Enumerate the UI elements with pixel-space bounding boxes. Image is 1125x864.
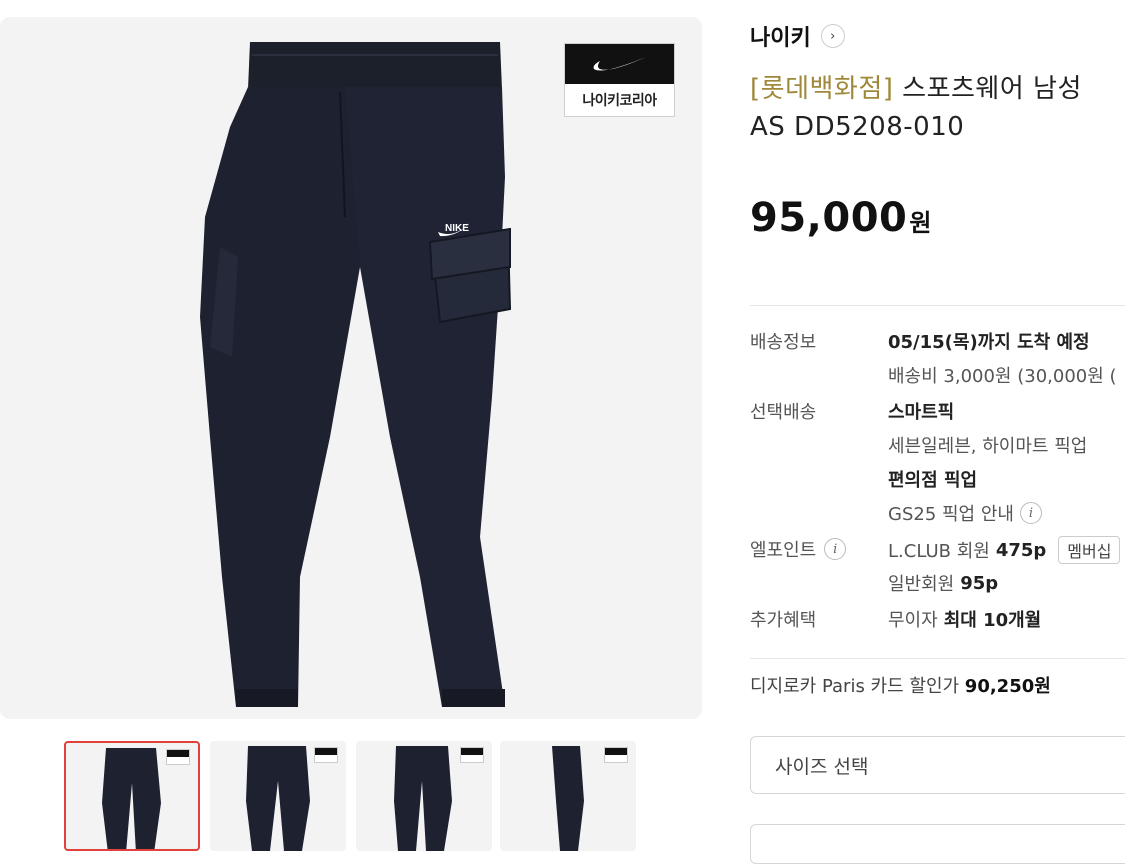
lclub-row: L.CLUB 회원 475p 멤버십 [888,536,1121,564]
lclub-points: 475p [995,539,1047,561]
benefit-row: 무이자 최대 10개월 [888,606,1041,632]
general-points: 95p [960,572,999,594]
benefit-value: 최대 10개월 [943,610,1042,631]
smart-pick-desc: 세븐일레븐, 하이마트 픽업 [888,436,1088,457]
option-label: 선택배송 [750,402,817,423]
mini-brand-badge [604,747,628,763]
mini-brand-badge [314,747,338,763]
divider [750,305,1125,306]
price-unit: 원 [909,209,932,237]
info-icon[interactable]: i [1019,502,1042,524]
shipping-date: 05/15(목)까지 도착 예정 [888,332,1090,353]
thumbnail-3[interactable] [356,741,492,851]
price: 95,000원 [750,195,932,241]
title-text: 스포츠웨어 남성 [893,74,1082,104]
card-price: 90,250원 [964,676,1051,697]
pants-image: NIKE [200,42,512,707]
brand-name: 나이키 [750,26,811,51]
size-select[interactable]: 사이즈 선택 [750,736,1125,794]
size-select-placeholder: 사이즈 선택 [775,755,869,778]
title-model: AS DD5208-010 [750,112,965,142]
shipping-fee: 배송비 3,000원 (30,000원 ( [888,366,1117,387]
mini-brand-badge [166,749,190,765]
brand-badge: 나이키코리아 [564,43,675,117]
point-label: 엘포인트 [750,540,817,561]
membership-button[interactable]: 멤버십 [1058,536,1121,564]
card-discount: 디지로카 Paris 카드 할인가 90,250원 [750,672,1051,698]
store-tag: [롯데백화점] [750,74,894,104]
product-title: [롯데백화점] 스포츠웨어 남성 AS DD5208-010 [750,70,1125,146]
lclub-text: L.CLUB 회원 [888,541,990,562]
info-icon[interactable]: i [824,538,847,560]
thumbnail-2[interactable] [210,741,346,851]
benefit-prefix: 무이자 [888,610,938,631]
shipping-label: 배송정보 [750,332,817,353]
svg-text:NIKE: NIKE [445,223,469,234]
brand-link[interactable]: 나이키 › [750,20,845,52]
option-select[interactable] [750,824,1125,864]
thumbnail-4[interactable] [500,741,636,851]
thumbnail-1[interactable] [64,741,200,851]
general-row: 일반회원 95p [888,570,998,596]
price-value: 95,000 [750,195,908,241]
general-text: 일반회원 [888,574,955,595]
smart-pick[interactable]: 스마트픽 [888,398,954,424]
gs25-row: GS25 픽업 안내 i [888,500,1042,526]
divider [750,658,1125,659]
nike-swoosh-icon [565,44,674,84]
benefit-label: 추가혜택 [750,610,817,631]
mini-brand-badge [460,747,484,763]
point-label-row: 엘포인트 i [750,536,847,562]
badge-label: 나이키코리아 [582,93,657,109]
chevron-right-icon: › [820,24,845,48]
card-text: 디지로카 Paris 카드 할인가 [750,676,960,697]
cvs-pick[interactable]: 편의점 픽업 [888,466,977,492]
product-main-image[interactable]: NIKE [0,17,702,719]
gs25-text: GS25 픽업 안내 [888,504,1014,525]
